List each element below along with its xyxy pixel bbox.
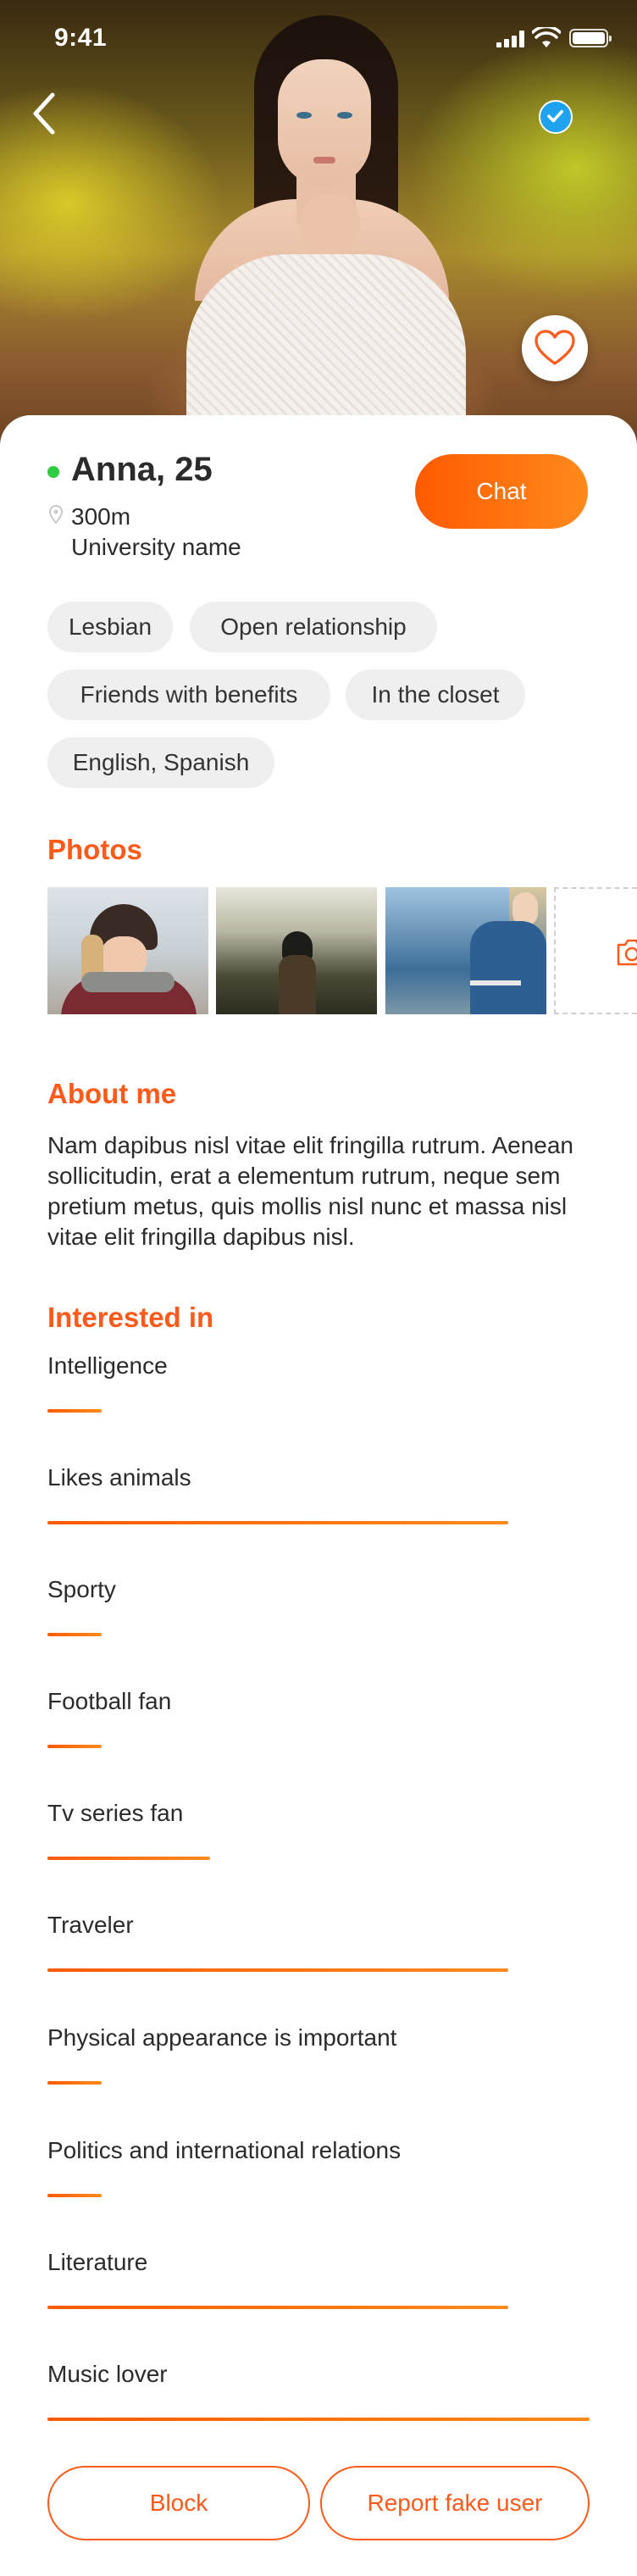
- interest-level-bar: [47, 2081, 102, 2085]
- interest-level-bar: [47, 1745, 102, 1748]
- interest-label: Music lover: [47, 2361, 168, 2387]
- interest-label: Football fan: [47, 1688, 172, 1714]
- camera-icon: [617, 939, 637, 966]
- add-photo-slot[interactable]: [554, 887, 637, 1014]
- photo-thumbnail[interactable]: [47, 887, 208, 1014]
- tag-chip: English, Spanish: [47, 737, 274, 788]
- interest-level-bar: [47, 2194, 102, 2197]
- about-section-title: About me: [47, 1078, 177, 1109]
- location-pin-icon: [49, 505, 63, 524]
- interest-level-bar: [47, 2306, 508, 2309]
- heart-icon: [535, 330, 575, 365]
- interest-level-bar: [47, 1968, 508, 1972]
- tag-chip: Lesbian: [47, 602, 173, 652]
- interest-level-bar: [47, 1633, 102, 1636]
- photo-thumbnail[interactable]: [216, 887, 377, 1014]
- status-bar: 9:41: [0, 0, 637, 75]
- chat-button[interactable]: Chat: [415, 454, 588, 529]
- online-status-dot: [47, 466, 59, 478]
- profile-name-age: Anna, 25: [71, 451, 213, 488]
- interest-label: Literature: [47, 2249, 148, 2275]
- interest-level-bar: [47, 2418, 590, 2421]
- interest-label: Sporty: [47, 1576, 116, 1602]
- interest-level-bar: [47, 1521, 508, 1524]
- signal-icon: [496, 31, 525, 47]
- tag-chip: Friends with benefits: [47, 669, 330, 720]
- about-text: Nam dapibus nisl vitae elit fringilla ru…: [47, 1132, 573, 1250]
- tag-chip: Open relationship: [190, 602, 437, 652]
- status-time: 9:41: [54, 24, 108, 52]
- favorite-button[interactable]: [522, 315, 588, 381]
- interest-level-bar: [47, 1857, 210, 1860]
- profile-distance: 300m: [71, 503, 131, 530]
- interest-label: Likes animals: [47, 1464, 191, 1491]
- interest-level-bar: [47, 1409, 102, 1413]
- interest-label: Tv series fan: [47, 1800, 184, 1826]
- interests-section-title: Interested in: [47, 1302, 214, 1333]
- back-arrow-icon[interactable]: [25, 90, 63, 137]
- photos-section-title: Photos: [47, 834, 142, 865]
- battery-icon: [569, 29, 612, 47]
- interest-label: Intelligence: [47, 1352, 168, 1379]
- verified-check-icon: [539, 100, 573, 134]
- interest-label: Politics and international relations: [47, 2137, 402, 2163]
- report-fake-user-button[interactable]: Report fake user: [320, 2466, 590, 2540]
- interest-label: Traveler: [47, 1912, 134, 1938]
- tag-chip: In the closet: [346, 669, 525, 720]
- interest-label: Physical appearance is important: [47, 2024, 397, 2051]
- wifi-icon: [532, 27, 561, 47]
- photo-thumbnail[interactable]: [385, 887, 546, 1014]
- profile-university: University name: [71, 534, 241, 560]
- block-button[interactable]: Block: [47, 2466, 310, 2540]
